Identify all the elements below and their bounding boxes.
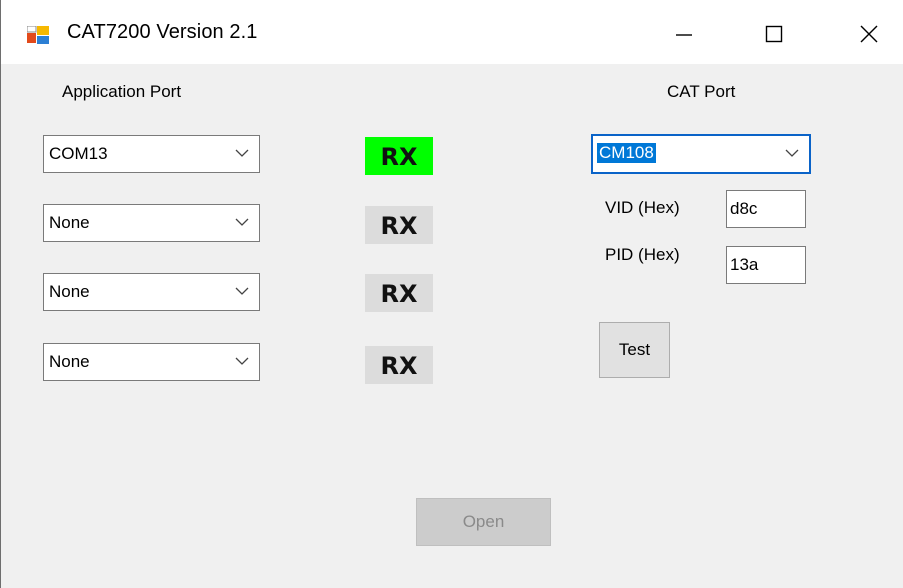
vid-label: VID (Hex): [605, 198, 680, 217]
cat-port-value: CM108: [597, 143, 656, 163]
pid-label: PID (Hex): [605, 245, 680, 264]
app-port-value-2: None: [49, 213, 90, 232]
app-icon: [27, 26, 49, 44]
minimize-button[interactable]: [664, 18, 704, 50]
window-title: CAT7200 Version 2.1: [67, 21, 258, 43]
chevron-down-icon[interactable]: [235, 149, 249, 158]
cat-port-select[interactable]: CM108: [591, 134, 811, 174]
app-port-value-3: None: [49, 282, 90, 301]
chevron-down-icon[interactable]: [235, 357, 249, 366]
app-port-value-1: COM13: [49, 144, 108, 163]
rx-indicator-1: RX: [365, 137, 433, 175]
application-port-heading: Application Port: [62, 82, 182, 101]
rx-indicator-3: RX: [365, 274, 433, 312]
chevron-down-icon[interactable]: [785, 149, 799, 158]
maximize-icon: [765, 25, 783, 43]
app-port-select-1[interactable]: COM13: [43, 135, 260, 173]
maximize-button[interactable]: [754, 18, 794, 50]
close-icon: [860, 25, 878, 43]
app-window: CAT7200 Version 2.1 Application Port COM…: [0, 0, 903, 588]
pid-input[interactable]: 13a: [726, 246, 806, 284]
vid-input[interactable]: d8c: [726, 190, 806, 228]
test-button[interactable]: Test: [599, 322, 670, 378]
app-port-select-4[interactable]: None: [43, 343, 260, 381]
close-button[interactable]: [849, 18, 889, 50]
open-button[interactable]: Open: [416, 498, 551, 546]
cat-port-heading: CAT Port: [667, 82, 736, 101]
rx-indicator-4: RX: [365, 346, 433, 384]
chevron-down-icon[interactable]: [235, 218, 249, 227]
app-port-value-4: None: [49, 352, 90, 371]
app-port-select-2[interactable]: None: [43, 204, 260, 242]
chevron-down-icon[interactable]: [235, 287, 249, 296]
minimize-icon: [676, 34, 692, 36]
title-bar[interactable]: CAT7200 Version 2.1: [1, 0, 903, 64]
app-port-select-3[interactable]: None: [43, 273, 260, 311]
rx-indicator-2: RX: [365, 206, 433, 244]
